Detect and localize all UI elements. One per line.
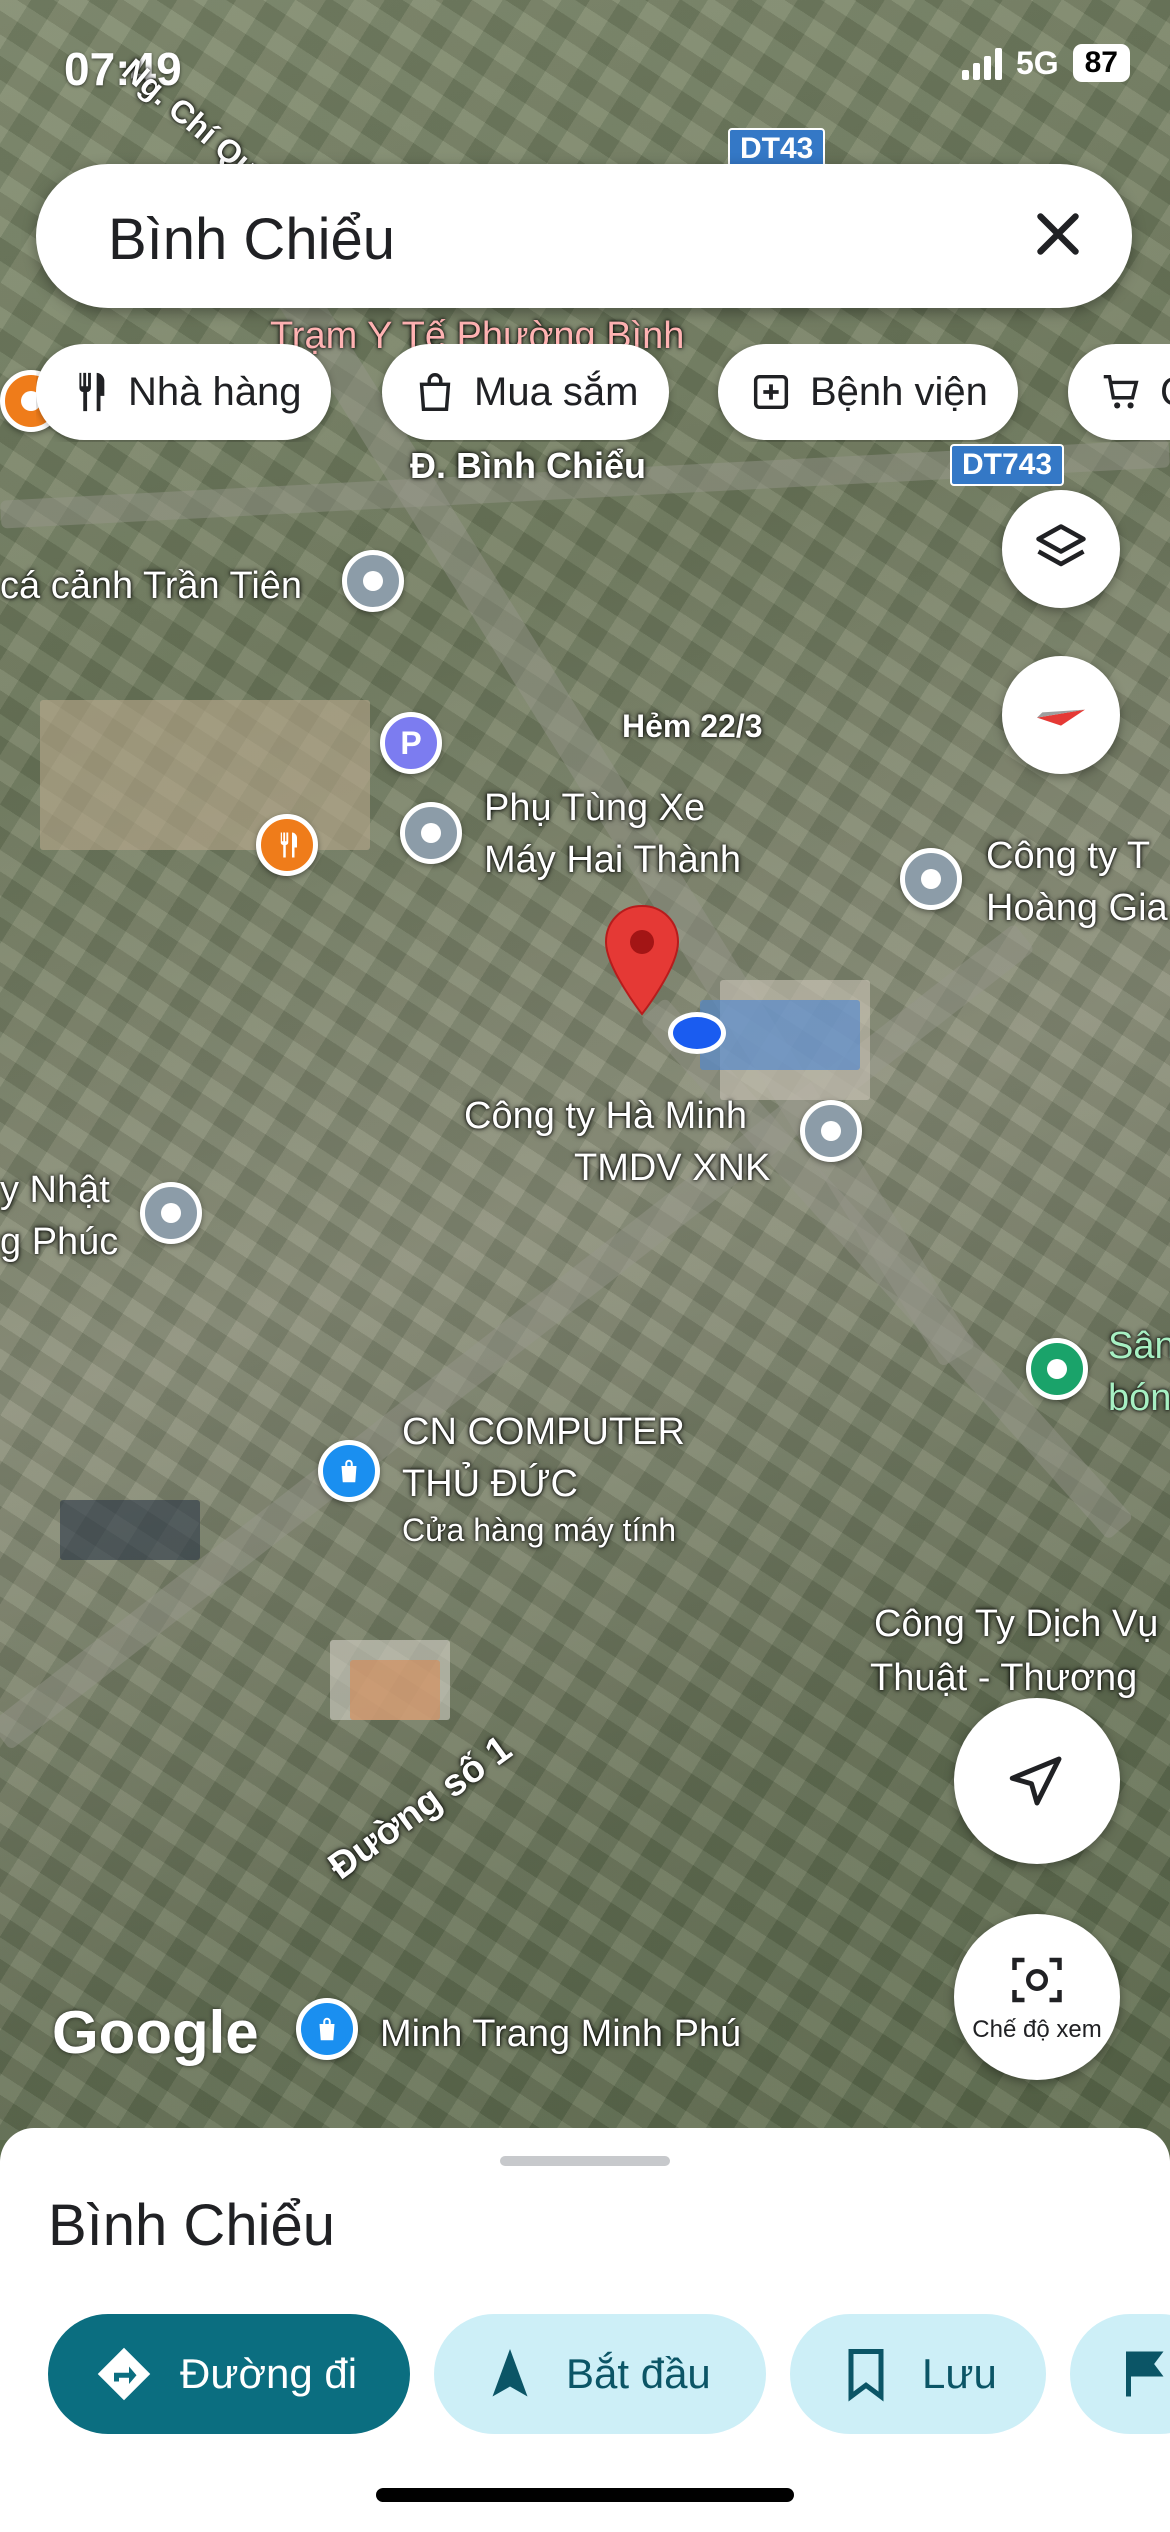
street-label: Hẻm 22/3 xyxy=(622,708,763,744)
shopping-bag-icon xyxy=(419,373,451,411)
search-query[interactable]: Bình Chiểu xyxy=(108,206,395,273)
save-button[interactable]: Lưu xyxy=(790,2314,1046,2434)
layers-icon xyxy=(1036,524,1086,567)
place-label[interactable]: Thuật - Thương xyxy=(870,1652,1137,1704)
place-label[interactable]: TMDV XNK xyxy=(574,1142,770,1194)
street-label: Đường số 1 xyxy=(320,1727,520,1889)
place-pin[interactable] xyxy=(900,848,962,910)
view-mode-label: Chế độ xem xyxy=(972,2016,1102,2043)
save-label: Lưu xyxy=(922,2350,997,2397)
camera-scan-icon xyxy=(1012,1957,1062,2003)
place-label[interactable]: Công ty Hà Minh xyxy=(464,1090,747,1142)
place-pin[interactable] xyxy=(1026,1338,1088,1400)
place-sublabel: Cửa hàng máy tính xyxy=(402,1512,677,1548)
shop-pin[interactable] xyxy=(296,1998,358,2060)
label-button[interactable] xyxy=(1070,2314,1170,2434)
chip-label: C xyxy=(1160,370,1170,415)
chip-label: Nhà hàng xyxy=(128,369,302,414)
cart-icon xyxy=(1103,374,1139,409)
start-label: Bắt đầu xyxy=(566,2350,711,2397)
home-indicator[interactable] xyxy=(376,2488,794,2502)
fork-knife-icon xyxy=(79,372,105,412)
directions-label: Đường đi xyxy=(180,2350,358,2397)
layers-button[interactable] xyxy=(1002,490,1120,608)
status-icons: 5G 87 xyxy=(961,44,1130,82)
chip-label: Mua sắm xyxy=(474,369,639,414)
road-shield: DT743 xyxy=(950,444,1065,486)
empty-lot xyxy=(40,700,370,850)
hospital-icon xyxy=(753,374,789,410)
place-pin[interactable] xyxy=(140,1182,202,1244)
drag-handle[interactable] xyxy=(500,2156,670,2166)
restaurant-pin[interactable] xyxy=(256,814,318,876)
shop-pin[interactable] xyxy=(318,1440,380,1502)
bookmark-icon xyxy=(848,2349,884,2402)
place-label[interactable]: cá cảnh Trần Tiên xyxy=(0,560,302,612)
chip-restaurants[interactable]: Nhà hàng xyxy=(36,344,332,440)
place-label[interactable]: Công Ty Dịch Vụ xyxy=(874,1598,1158,1650)
building xyxy=(350,1660,440,1720)
category-chips: Nhà hàng Mua sắm Bệnh viện C xyxy=(36,344,1170,442)
place-label[interactable]: Công ty T xyxy=(986,830,1150,882)
place-label[interactable]: g Phúc xyxy=(0,1216,118,1268)
search-bar[interactable]: Bình Chiểu xyxy=(36,164,1132,308)
signal-icon xyxy=(961,46,1002,80)
place-label[interactable]: Minh Trang Minh Phú xyxy=(380,2008,741,2060)
my-location-dot xyxy=(668,1012,726,1054)
street-label: Đ. Bình Chiểu xyxy=(410,445,646,486)
navigation-arrow-icon xyxy=(1009,1756,1062,1806)
navigation-arrow-icon xyxy=(492,2349,528,2397)
place-label[interactable]: Máy Hai Thành xyxy=(484,834,741,886)
directions-icon xyxy=(97,2347,151,2401)
place-title: Bình Chiểu xyxy=(48,2193,335,2258)
battery-icon: 87 xyxy=(1072,44,1130,82)
place-label[interactable]: THỦ ĐỨC xyxy=(402,1458,578,1510)
google-logo: Google xyxy=(52,1999,259,2066)
selected-location-pin[interactable] xyxy=(600,902,684,1020)
place-label[interactable]: bón xyxy=(1108,1372,1170,1424)
compass-button[interactable] xyxy=(1002,656,1120,774)
place-label[interactable]: y Nhật xyxy=(0,1164,110,1216)
chip-shopping[interactable]: Mua sắm xyxy=(382,344,669,440)
place-pin[interactable] xyxy=(342,550,404,612)
road xyxy=(640,997,1134,1541)
place-label[interactable]: Phụ Tùng Xe xyxy=(484,782,705,834)
shopping-bag-icon xyxy=(319,2017,335,2041)
directions-button[interactable]: Đường đi xyxy=(48,2314,410,2434)
fork-knife-icon xyxy=(280,832,297,858)
building xyxy=(60,1500,200,1560)
chip-label: Bệnh viện xyxy=(810,369,988,414)
recenter-button[interactable] xyxy=(954,1698,1120,1864)
place-label[interactable]: Sân xyxy=(1108,1320,1170,1372)
flag-icon xyxy=(1126,2351,1164,2397)
chip-hospitals[interactable]: Bệnh viện xyxy=(718,344,1018,440)
place-label[interactable]: Hoàng Gia xyxy=(986,882,1168,934)
place-label[interactable]: CN COMPUTER xyxy=(402,1406,685,1458)
place-pin[interactable] xyxy=(400,802,462,864)
start-button[interactable]: Bắt đầu xyxy=(434,2314,766,2434)
close-icon[interactable] xyxy=(1028,204,1088,264)
place-sheet[interactable]: Bình Chiểu Đường đi Bắt đầu Lưu xyxy=(0,2128,1170,2532)
parking-pin[interactable]: P xyxy=(380,712,442,774)
parking-icon: P xyxy=(400,724,422,761)
compass-icon xyxy=(1037,709,1085,726)
chip-more[interactable]: C xyxy=(1068,344,1170,440)
shopping-bag-icon xyxy=(341,1459,357,1483)
view-mode-button[interactable]: Chế độ xem xyxy=(954,1914,1120,2080)
network-type: 5G xyxy=(1015,44,1059,81)
place-pin[interactable] xyxy=(800,1100,862,1162)
